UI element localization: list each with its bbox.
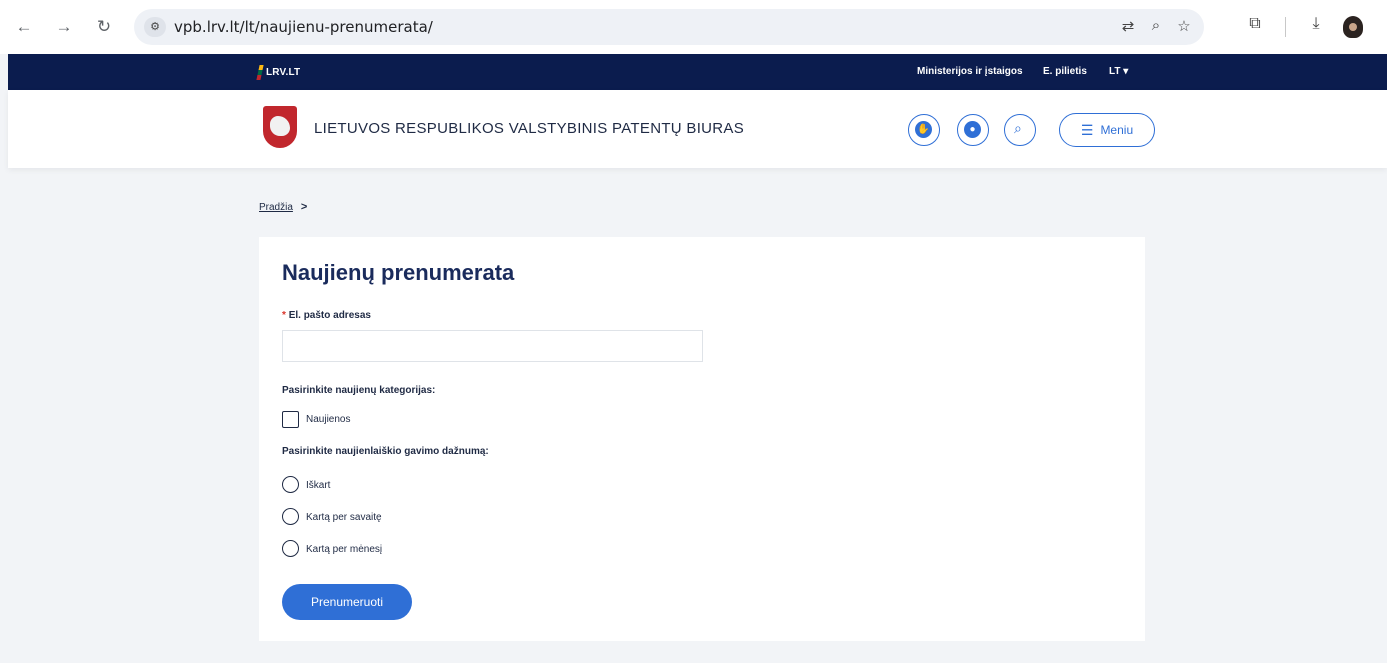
breadcrumb: Pradžia > (259, 201, 307, 213)
breadcrumb-home[interactable]: Pradžia (259, 202, 293, 213)
categories-label: Pasirinkite naujienų kategorijas: (282, 385, 436, 396)
puzzle-icon[interactable]: ⧉ (1244, 15, 1266, 33)
star-icon[interactable]: ☆ (1174, 17, 1194, 35)
coat-of-arms-logo[interactable] (263, 106, 297, 148)
email-label-text: El. pašto adresas (288, 310, 371, 321)
easy-read-button[interactable]: ● (957, 114, 989, 146)
sign-language-button[interactable]: ✋ (908, 114, 940, 146)
e-citizen-link[interactable]: E. pilietis (1043, 66, 1087, 77)
frequency-label-monthly[interactable]: Kartą per mėnesį (306, 544, 382, 555)
frequency-radio-monthly[interactable] (282, 540, 299, 557)
gov-top-bar: LRV.LT Ministerijos ir įstaigos E. pilie… (8, 54, 1387, 90)
avatar[interactable] (1343, 16, 1363, 38)
arrow-right-icon[interactable]: → (52, 15, 76, 39)
tune-icon[interactable]: ⚙ (144, 17, 166, 37)
frequency-label-weekly[interactable]: Kartą per savaitę (306, 512, 382, 523)
menu-button[interactable]: ☰ Meniu (1059, 113, 1155, 147)
search-button[interactable]: ⌕ (1004, 114, 1036, 146)
institutions-link[interactable]: Ministerijos ir įstaigos (917, 66, 1023, 77)
flag-icon (256, 65, 264, 80)
url-text[interactable]: vpb.lrv.lt/lt/naujienu-prenumerata/ (174, 18, 433, 36)
frequency-label-immediately[interactable]: Iškart (306, 480, 330, 491)
category-label-naujienos[interactable]: Naujienos (306, 414, 350, 425)
browser-toolbar: ← → ↻ ⚙ vpb.lrv.lt/lt/naujienu-prenumera… (0, 0, 1387, 54)
page-title: Naujienų prenumerata (282, 260, 515, 285)
email-label: * El. pašto adresas (282, 310, 371, 321)
email-input[interactable] (282, 330, 703, 362)
lrv-logo[interactable]: LRV.LT (256, 65, 301, 80)
reload-icon[interactable]: ↻ (92, 15, 116, 39)
subscribe-button[interactable]: Prenumeruoti (282, 584, 412, 620)
language-selector[interactable]: LT ▾ (1109, 66, 1128, 77)
translate-icon[interactable]: ⇄ (1118, 17, 1138, 35)
hamburger-icon: ☰ (1080, 121, 1094, 138)
zoom-icon[interactable]: ⌕ (1146, 17, 1166, 34)
frequency-radio-weekly[interactable] (282, 508, 299, 525)
frequency-label: Pasirinkite naujienlaiškio gavimo dažnum… (282, 446, 489, 457)
easy-read-icon: ● (964, 121, 981, 138)
frequency-radio-immediately[interactable] (282, 476, 299, 493)
site-title[interactable]: LIETUVOS RESPUBLIKOS VALSTYBINIS PATENTŲ… (314, 120, 744, 137)
sign-language-icon: ✋ (915, 121, 932, 138)
arrow-left-icon[interactable]: ← (12, 15, 36, 39)
lrv-logo-text: LRV.LT (266, 67, 301, 78)
toolbar-divider (1285, 17, 1286, 37)
subscription-form-card: Naujienų prenumerata * El. pašto adresas… (259, 237, 1145, 641)
search-icon: ⌕ (1014, 120, 1022, 136)
download-icon[interactable]: ⤓ (1305, 15, 1327, 33)
menu-button-label: Meniu (1100, 123, 1134, 137)
site-header: LIETUVOS RESPUBLIKOS VALSTYBINIS PATENTŲ… (8, 90, 1387, 168)
required-mark: * (282, 310, 286, 321)
category-checkbox-naujienos[interactable] (282, 411, 299, 428)
address-bar[interactable]: ⚙ vpb.lrv.lt/lt/naujienu-prenumerata/ ⇄ … (134, 9, 1204, 45)
chevron-right-icon: > (300, 201, 308, 213)
knight-emblem (270, 116, 290, 136)
